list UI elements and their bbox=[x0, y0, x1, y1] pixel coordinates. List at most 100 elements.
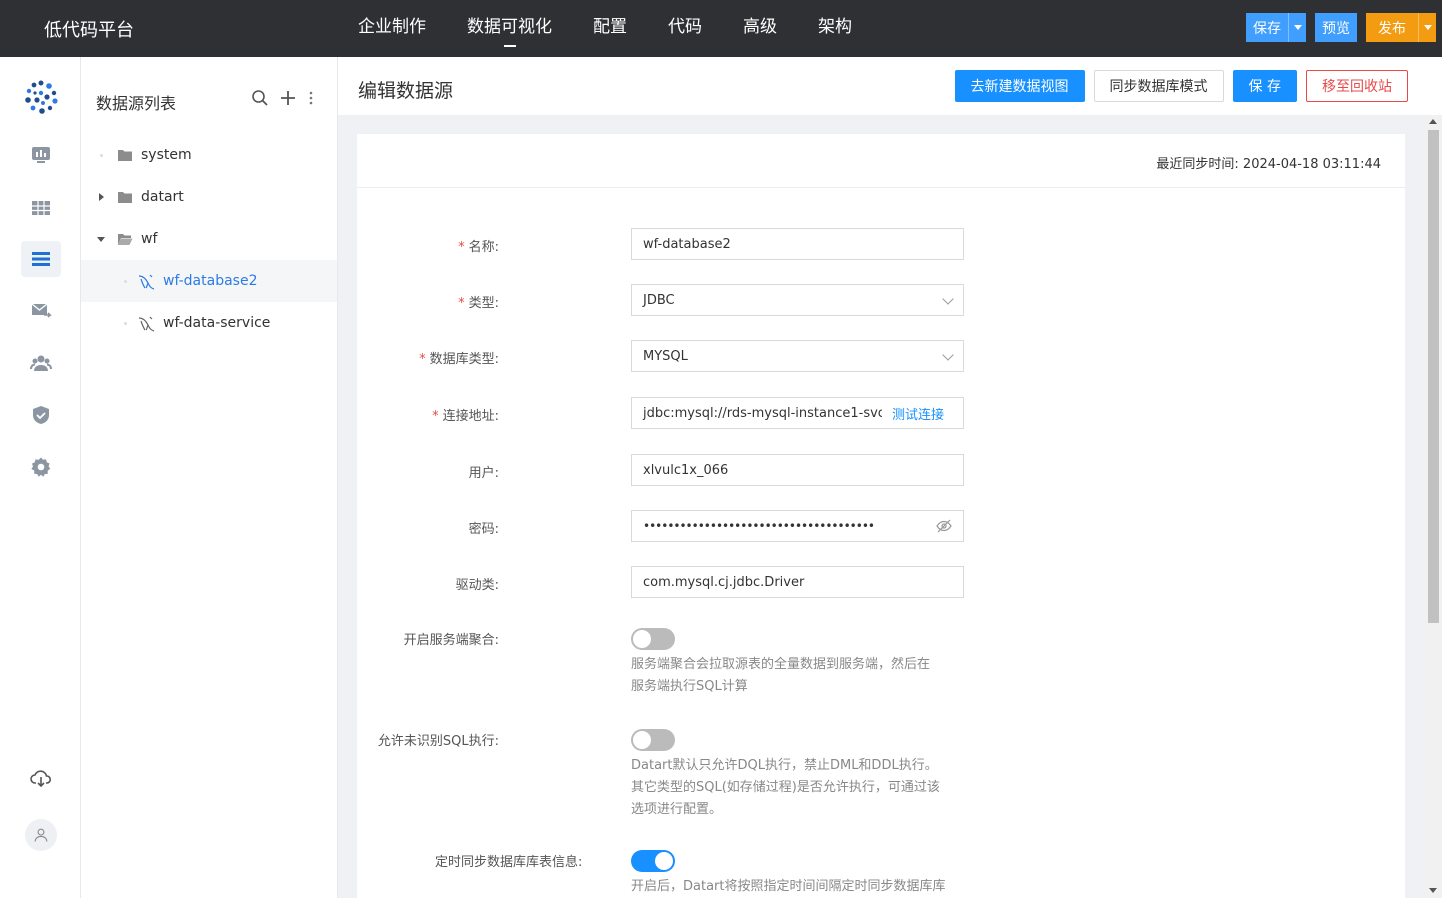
timed-sync-toggle[interactable] bbox=[631, 850, 675, 872]
page-title: 编辑数据源 bbox=[358, 80, 454, 102]
tree-node-wf-data-service[interactable]: wf-data-service bbox=[81, 302, 337, 344]
top-preview-button[interactable]: 预览 bbox=[1315, 13, 1357, 42]
tree-leaf-dot bbox=[95, 153, 107, 157]
mysql-icon bbox=[138, 274, 155, 290]
rail-datasource[interactable] bbox=[21, 241, 61, 277]
tree-node-label: wf-database2 bbox=[163, 273, 258, 289]
folder-open-icon bbox=[118, 234, 133, 245]
nav-advanced[interactable]: 高级 bbox=[743, 0, 777, 57]
nav-data-visualization[interactable]: 数据可视化 bbox=[467, 0, 552, 57]
db-type-select-value: MYSQL bbox=[643, 348, 688, 364]
name-input[interactable]: wf-database2 bbox=[631, 228, 964, 260]
password-masked-value: •••••••••••••••••••••••••••••••••••••• bbox=[643, 519, 875, 533]
driver-input[interactable]: com.mysql.cj.jdbc.Driver bbox=[631, 566, 964, 598]
field-label-text: 类型: bbox=[468, 296, 499, 311]
top-bar: 低代码平台 企业制作 数据可视化 配置 代码 高级 架构 保存 预览 发布 bbox=[0, 0, 1442, 57]
required-mark: * bbox=[458, 240, 465, 255]
field-label: * 名称: bbox=[357, 236, 499, 255]
add-icon[interactable] bbox=[279, 89, 297, 107]
caret-down-icon[interactable] bbox=[95, 236, 107, 242]
rail-user[interactable] bbox=[25, 819, 57, 851]
field-label: * 类型: bbox=[357, 292, 499, 311]
rail-table[interactable] bbox=[21, 190, 61, 226]
field-label-text: 连接地址: bbox=[442, 409, 499, 424]
scroll-up-arrow-icon[interactable] bbox=[1429, 119, 1437, 124]
user-input[interactable]: xlvulc1x_066 bbox=[631, 454, 964, 486]
search-icon[interactable] bbox=[251, 89, 269, 107]
logo-icon bbox=[25, 80, 58, 114]
save-button[interactable]: 保 存 bbox=[1232, 70, 1297, 102]
nav-architecture[interactable]: 架构 bbox=[818, 0, 852, 57]
folder-icon bbox=[118, 192, 132, 203]
top-publish-split-button[interactable]: 发布 bbox=[1366, 13, 1436, 42]
field-label: 允许未识别SQL执行: bbox=[377, 734, 499, 749]
nav-config[interactable]: 配置 bbox=[593, 0, 627, 57]
user-avatar-icon bbox=[34, 828, 48, 842]
db-type-select[interactable]: MYSQL bbox=[631, 340, 964, 372]
server-aggregation-help: 服务端聚合会拉取源表的全量数据到服务端，然后在 服务端执行SQL计算 bbox=[631, 654, 971, 698]
tree-node-wf-database2[interactable]: wf-database2 bbox=[81, 260, 337, 302]
more-vertical-icon[interactable] bbox=[307, 89, 315, 107]
scrollbar-thumb[interactable] bbox=[1428, 130, 1439, 623]
tree-node-system[interactable]: system bbox=[81, 134, 337, 176]
chevron-down-icon bbox=[942, 293, 954, 305]
tree-leaf-dot bbox=[119, 321, 131, 325]
shield-check-icon bbox=[33, 406, 49, 424]
tree-node-label: datart bbox=[141, 189, 184, 205]
caret-right-icon[interactable] bbox=[95, 193, 107, 201]
top-save-split-button[interactable]: 保存 bbox=[1246, 13, 1306, 42]
help-line: Datart默认只允许DQL执行，禁止DML和DDL执行。 bbox=[631, 758, 938, 773]
card-header: 最近同步时间: 2024-04-18 03:11:44 bbox=[357, 134, 1405, 188]
move-to-recycle-button[interactable]: 移至回收站 bbox=[1306, 70, 1408, 102]
page-header: 编辑数据源 去新建数据视图 同步数据库模式 保 存 移至回收站 bbox=[338, 57, 1442, 115]
server-aggregation-toggle[interactable] bbox=[631, 628, 675, 650]
new-view-button[interactable]: 去新建数据视图 bbox=[954, 70, 1085, 102]
last-sync-time: 最近同步时间: 2024-04-18 03:11:44 bbox=[1156, 157, 1381, 172]
rail-settings[interactable] bbox=[21, 449, 61, 485]
required-mark: * bbox=[432, 409, 439, 424]
top-actions: 保存 预览 发布 bbox=[1237, 13, 1436, 42]
top-save-label[interactable]: 保存 bbox=[1246, 13, 1288, 42]
field-label: 驱动类: bbox=[455, 578, 499, 593]
field-label: 开启服务端聚合: bbox=[403, 633, 499, 648]
required-mark: * bbox=[419, 352, 426, 367]
url-input[interactable]: jdbc:mysql://rds-mysql-instance1-svc.n 测试… bbox=[631, 397, 964, 429]
required-mark: * bbox=[458, 296, 465, 311]
vertical-scrollbar[interactable] bbox=[1425, 115, 1442, 898]
folder-icon bbox=[118, 150, 132, 161]
tree-leaf-dot bbox=[119, 279, 131, 283]
rail-members[interactable] bbox=[21, 345, 61, 381]
field-label-text: 数据库类型: bbox=[429, 352, 499, 367]
allow-unknown-sql-help: Datart默认只允许DQL执行，禁止DML和DDL执行。 其它类型的SQL(如… bbox=[631, 755, 971, 821]
eye-invisible-icon[interactable] bbox=[936, 519, 952, 537]
field-label: * 数据库类型: bbox=[357, 348, 499, 367]
type-select[interactable]: JDBC bbox=[631, 284, 964, 316]
type-select-value: JDBC bbox=[643, 292, 675, 308]
users-icon bbox=[30, 355, 52, 371]
rail-schedule[interactable] bbox=[21, 292, 61, 328]
tree-node-label: wf-data-service bbox=[163, 315, 271, 331]
rail-permission[interactable] bbox=[21, 397, 61, 433]
nav-enterprise[interactable]: 企业制作 bbox=[358, 0, 426, 57]
tree-node-datart[interactable]: datart bbox=[81, 176, 337, 218]
tree-node-label: wf bbox=[141, 231, 158, 247]
nav-code[interactable]: 代码 bbox=[668, 0, 702, 57]
test-connection-link[interactable]: 测试连接 bbox=[881, 398, 963, 428]
password-input[interactable]: •••••••••••••••••••••••••••••••••••••• bbox=[631, 510, 964, 542]
chevron-down-icon[interactable] bbox=[1288, 13, 1306, 42]
field-label: * 连接地址: bbox=[357, 405, 499, 424]
url-input-value: jdbc:mysql://rds-mysql-instance1-svc.n bbox=[643, 405, 898, 421]
rail-download[interactable] bbox=[21, 760, 61, 796]
allow-unknown-sql-toggle[interactable] bbox=[631, 729, 675, 751]
gear-icon bbox=[31, 457, 51, 477]
help-line: 开启后，Datart将按照指定时间间隔定时同步数据库库 bbox=[631, 879, 946, 894]
tree-node-label: system bbox=[141, 147, 192, 163]
chevron-down-icon[interactable] bbox=[1418, 13, 1436, 42]
sync-schema-button[interactable]: 同步数据库模式 bbox=[1093, 70, 1224, 102]
rail-dashboard[interactable] bbox=[21, 137, 61, 173]
field-label-text: 名称: bbox=[468, 240, 499, 255]
scroll-down-arrow-icon[interactable] bbox=[1429, 888, 1437, 893]
field-label: 用户: bbox=[468, 466, 499, 481]
top-publish-label[interactable]: 发布 bbox=[1366, 13, 1418, 42]
tree-node-wf[interactable]: wf bbox=[81, 218, 337, 260]
